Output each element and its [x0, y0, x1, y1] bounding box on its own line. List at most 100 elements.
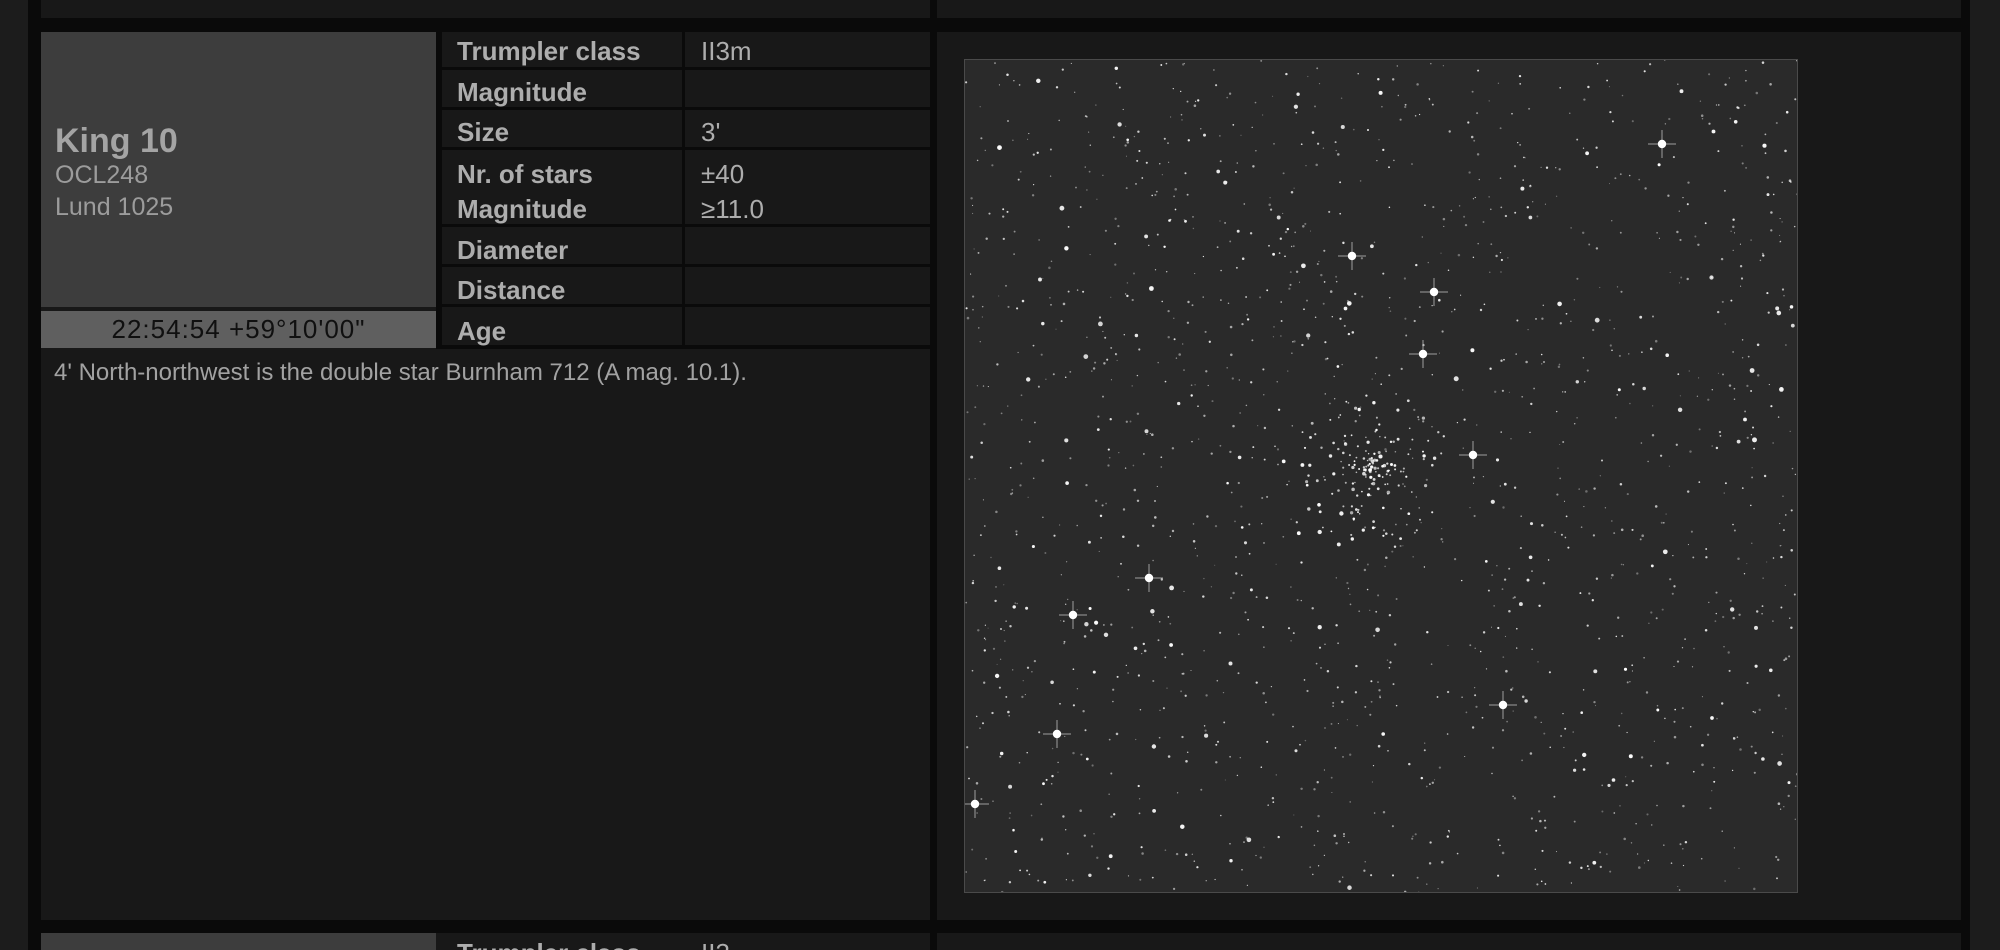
star [1478, 178, 1480, 181]
star [1382, 148, 1385, 152]
star [1619, 231, 1622, 234]
star [1529, 752, 1533, 755]
star [1006, 210, 1009, 213]
star [1229, 843, 1231, 845]
star [1350, 537, 1354, 541]
star [1342, 473, 1344, 476]
star [1052, 373, 1055, 376]
star [1661, 608, 1664, 611]
star [1110, 815, 1113, 819]
star [1135, 738, 1137, 741]
star [1460, 294, 1462, 296]
star [1574, 759, 1577, 762]
star [1117, 224, 1120, 228]
star [1698, 377, 1700, 379]
star [1272, 336, 1274, 338]
star [1391, 78, 1395, 81]
star [1088, 170, 1091, 173]
star [1507, 257, 1509, 259]
star [1580, 711, 1584, 715]
star [1360, 505, 1363, 507]
star [1101, 504, 1104, 507]
star [1386, 483, 1389, 485]
star [1779, 234, 1781, 236]
star [1368, 468, 1371, 471]
star [1784, 149, 1787, 153]
star [1317, 142, 1320, 145]
star [1112, 688, 1115, 691]
star [1609, 110, 1612, 114]
star [1002, 215, 1005, 218]
star [1469, 507, 1471, 509]
star [1406, 399, 1410, 403]
star [1430, 62, 1432, 65]
star [1270, 685, 1273, 688]
star [1243, 541, 1248, 545]
star [1781, 221, 1783, 223]
star [1156, 485, 1158, 488]
star [1003, 629, 1005, 632]
star [1595, 577, 1599, 580]
star [1528, 555, 1533, 560]
star [1323, 281, 1326, 283]
star [1721, 702, 1724, 705]
star [1465, 711, 1468, 714]
star [1781, 288, 1785, 291]
star [1402, 467, 1405, 470]
star [1232, 124, 1235, 126]
star [1031, 670, 1033, 673]
star [1316, 262, 1319, 266]
star [1069, 457, 1072, 460]
star [1027, 496, 1029, 498]
star [1311, 131, 1315, 134]
star [1085, 115, 1088, 118]
star [1670, 862, 1673, 864]
star [1441, 528, 1443, 530]
star [1354, 420, 1357, 423]
star [1389, 661, 1392, 664]
star [1723, 646, 1725, 648]
star [1229, 755, 1231, 758]
star [1174, 208, 1177, 211]
star [1667, 194, 1670, 197]
star [1419, 518, 1421, 521]
star [1516, 627, 1518, 630]
star [1050, 783, 1053, 785]
star [1066, 561, 1068, 563]
star [1064, 735, 1066, 737]
star [1622, 564, 1625, 566]
previous-entry-left [41, 0, 930, 18]
star [1317, 830, 1319, 832]
star [1169, 585, 1175, 591]
star [1181, 653, 1184, 656]
star [1060, 574, 1062, 576]
star [1738, 867, 1740, 869]
star [1614, 416, 1617, 419]
star [1276, 448, 1280, 451]
star [1229, 596, 1233, 600]
star [1032, 344, 1035, 347]
star [1267, 804, 1269, 806]
star [1599, 475, 1601, 477]
star [999, 751, 1004, 756]
star [1647, 859, 1649, 862]
star [1656, 704, 1659, 707]
star [1375, 627, 1380, 633]
star [1356, 558, 1359, 561]
star [1293, 814, 1295, 816]
star [979, 106, 981, 108]
star [1516, 319, 1519, 322]
star [1643, 70, 1646, 73]
star [1534, 868, 1537, 871]
star [1154, 516, 1157, 519]
star [1790, 509, 1793, 512]
star [1558, 363, 1561, 366]
star [1385, 473, 1388, 476]
star [1610, 520, 1613, 522]
star [1026, 751, 1028, 754]
star [1381, 476, 1384, 478]
star [1041, 837, 1043, 839]
star [1543, 732, 1546, 735]
label-size: Size [457, 117, 510, 147]
star [1716, 717, 1718, 720]
